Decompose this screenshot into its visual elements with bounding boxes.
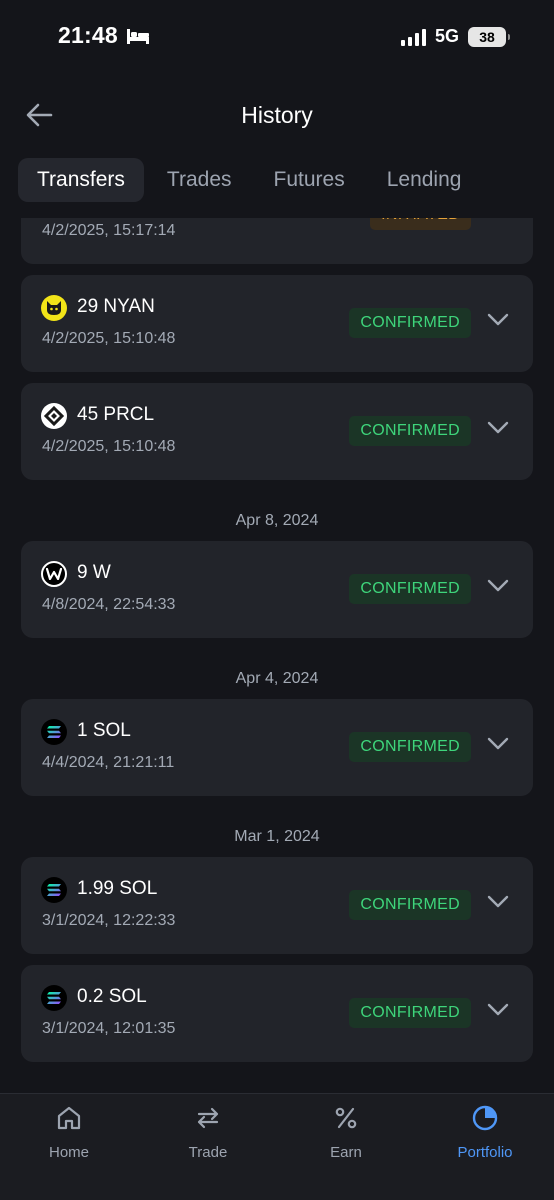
transfer-amount: 45 PRCL xyxy=(77,404,155,425)
swap-arrows-icon xyxy=(197,1107,219,1129)
date-header: Apr 4, 2024 xyxy=(235,670,319,687)
chevron-down-icon[interactable] xyxy=(487,313,509,327)
status-badge: CONFIRMED xyxy=(349,732,471,762)
transfer-item[interactable]: 1.99 SOL 3/1/2024, 12:22:33 CONFIRMED xyxy=(21,857,533,954)
nav-label: Portfolio xyxy=(457,1144,513,1161)
prcl-icon xyxy=(41,403,67,429)
cellular-signal-icon xyxy=(400,28,426,46)
wormhole-w-icon xyxy=(41,561,67,587)
transfer-item[interactable]: 1 SOL 4/4/2024, 21:21:11 CONFIRMED xyxy=(21,699,533,796)
status-badge: CONFIRMED xyxy=(349,416,471,446)
chevron-down-icon[interactable] xyxy=(487,895,509,909)
status-badge: CONFIRMED xyxy=(349,308,471,338)
nav-portfolio[interactable]: Portfolio xyxy=(430,1104,540,1174)
chevron-down-icon[interactable] xyxy=(487,421,509,435)
pie-chart-icon xyxy=(472,1105,498,1131)
solana-icon xyxy=(41,985,67,1011)
status-time: 21:48 xyxy=(58,22,118,48)
transfer-list[interactable]: 4/2/2025, 15:17:14 INITIATED 29 NYAN 4/2… xyxy=(0,218,554,1093)
battery-icon: 38 xyxy=(468,26,510,47)
transfer-item[interactable]: 29 NYAN 4/2/2025, 15:10:48 CONFIRMED xyxy=(21,275,533,372)
transfer-amount: 29 NYAN xyxy=(77,296,155,317)
transfer-timestamp: 4/2/2025, 15:10:48 xyxy=(42,330,176,347)
transfer-timestamp: 4/2/2025, 15:17:14 xyxy=(42,222,176,239)
battery-level: 38 xyxy=(479,28,495,45)
nav-trade[interactable]: Trade xyxy=(153,1104,263,1174)
tab-lending[interactable]: Lending xyxy=(368,158,481,202)
nav-label: Trade xyxy=(188,1144,228,1161)
nav-home[interactable]: Home xyxy=(14,1104,124,1174)
tab-trades[interactable]: Trades xyxy=(148,158,251,202)
status-badge: INITIATED xyxy=(370,218,471,230)
solana-icon xyxy=(41,877,67,903)
app-screen: 21:48 5G 38 History Transfers Trades Fut… xyxy=(0,0,554,1200)
status-time-group: 21:48 xyxy=(58,22,150,49)
transfer-timestamp: 4/4/2024, 21:21:11 xyxy=(42,754,175,771)
status-indicators: 5G 38 xyxy=(400,26,510,47)
nav-label: Home xyxy=(48,1144,89,1161)
transfer-timestamp: 3/1/2024, 12:22:33 xyxy=(42,912,176,929)
status-badge: CONFIRMED xyxy=(349,890,471,920)
nyan-cat-icon xyxy=(41,295,67,321)
tab-bar: Transfers Trades Futures Lending xyxy=(18,158,484,202)
tab-transfers[interactable]: Transfers xyxy=(18,158,144,202)
header: History xyxy=(0,90,554,140)
transfer-timestamp: 4/2/2025, 15:10:48 xyxy=(42,438,176,455)
chevron-down-icon[interactable] xyxy=(487,737,509,751)
chevron-down-icon[interactable] xyxy=(487,218,509,219)
solana-icon xyxy=(41,719,67,745)
transfer-item[interactable]: 4/2/2025, 15:17:14 INITIATED xyxy=(21,218,533,264)
status-badge: CONFIRMED xyxy=(349,998,471,1028)
percent-icon xyxy=(335,1107,357,1129)
chevron-down-icon[interactable] xyxy=(487,579,509,593)
home-icon xyxy=(57,1106,81,1130)
page-title: History xyxy=(241,102,313,128)
date-header: Mar 1, 2024 xyxy=(234,828,320,845)
transfer-timestamp: 4/8/2024, 22:54:33 xyxy=(42,596,176,613)
transfer-amount: 9 W xyxy=(77,562,111,583)
transfer-timestamp: 3/1/2024, 12:01:35 xyxy=(42,1020,176,1037)
transfer-amount: 0.2 SOL xyxy=(77,986,147,1007)
nav-earn[interactable]: Earn xyxy=(291,1104,401,1174)
network-type: 5G xyxy=(434,26,459,46)
transfer-item[interactable]: 0.2 SOL 3/1/2024, 12:01:35 CONFIRMED xyxy=(21,965,533,1062)
tab-futures[interactable]: Futures xyxy=(255,158,364,202)
transfer-item[interactable]: 9 W 4/8/2024, 22:54:33 CONFIRMED xyxy=(21,541,533,638)
transfer-amount: 1.99 SOL xyxy=(77,878,158,899)
bed-icon xyxy=(126,28,149,44)
status-bar: 21:48 5G 38 xyxy=(0,0,554,76)
chevron-down-icon[interactable] xyxy=(487,1003,509,1017)
transfer-item[interactable]: 45 PRCL 4/2/2025, 15:10:48 CONFIRMED xyxy=(21,383,533,480)
bottom-nav: Home Trade Earn Portfolio xyxy=(0,1093,554,1200)
date-header: Apr 8, 2024 xyxy=(235,512,319,529)
nav-label: Earn xyxy=(330,1144,362,1161)
transfer-amount: 1 SOL xyxy=(77,720,131,741)
status-badge: CONFIRMED xyxy=(349,574,471,604)
